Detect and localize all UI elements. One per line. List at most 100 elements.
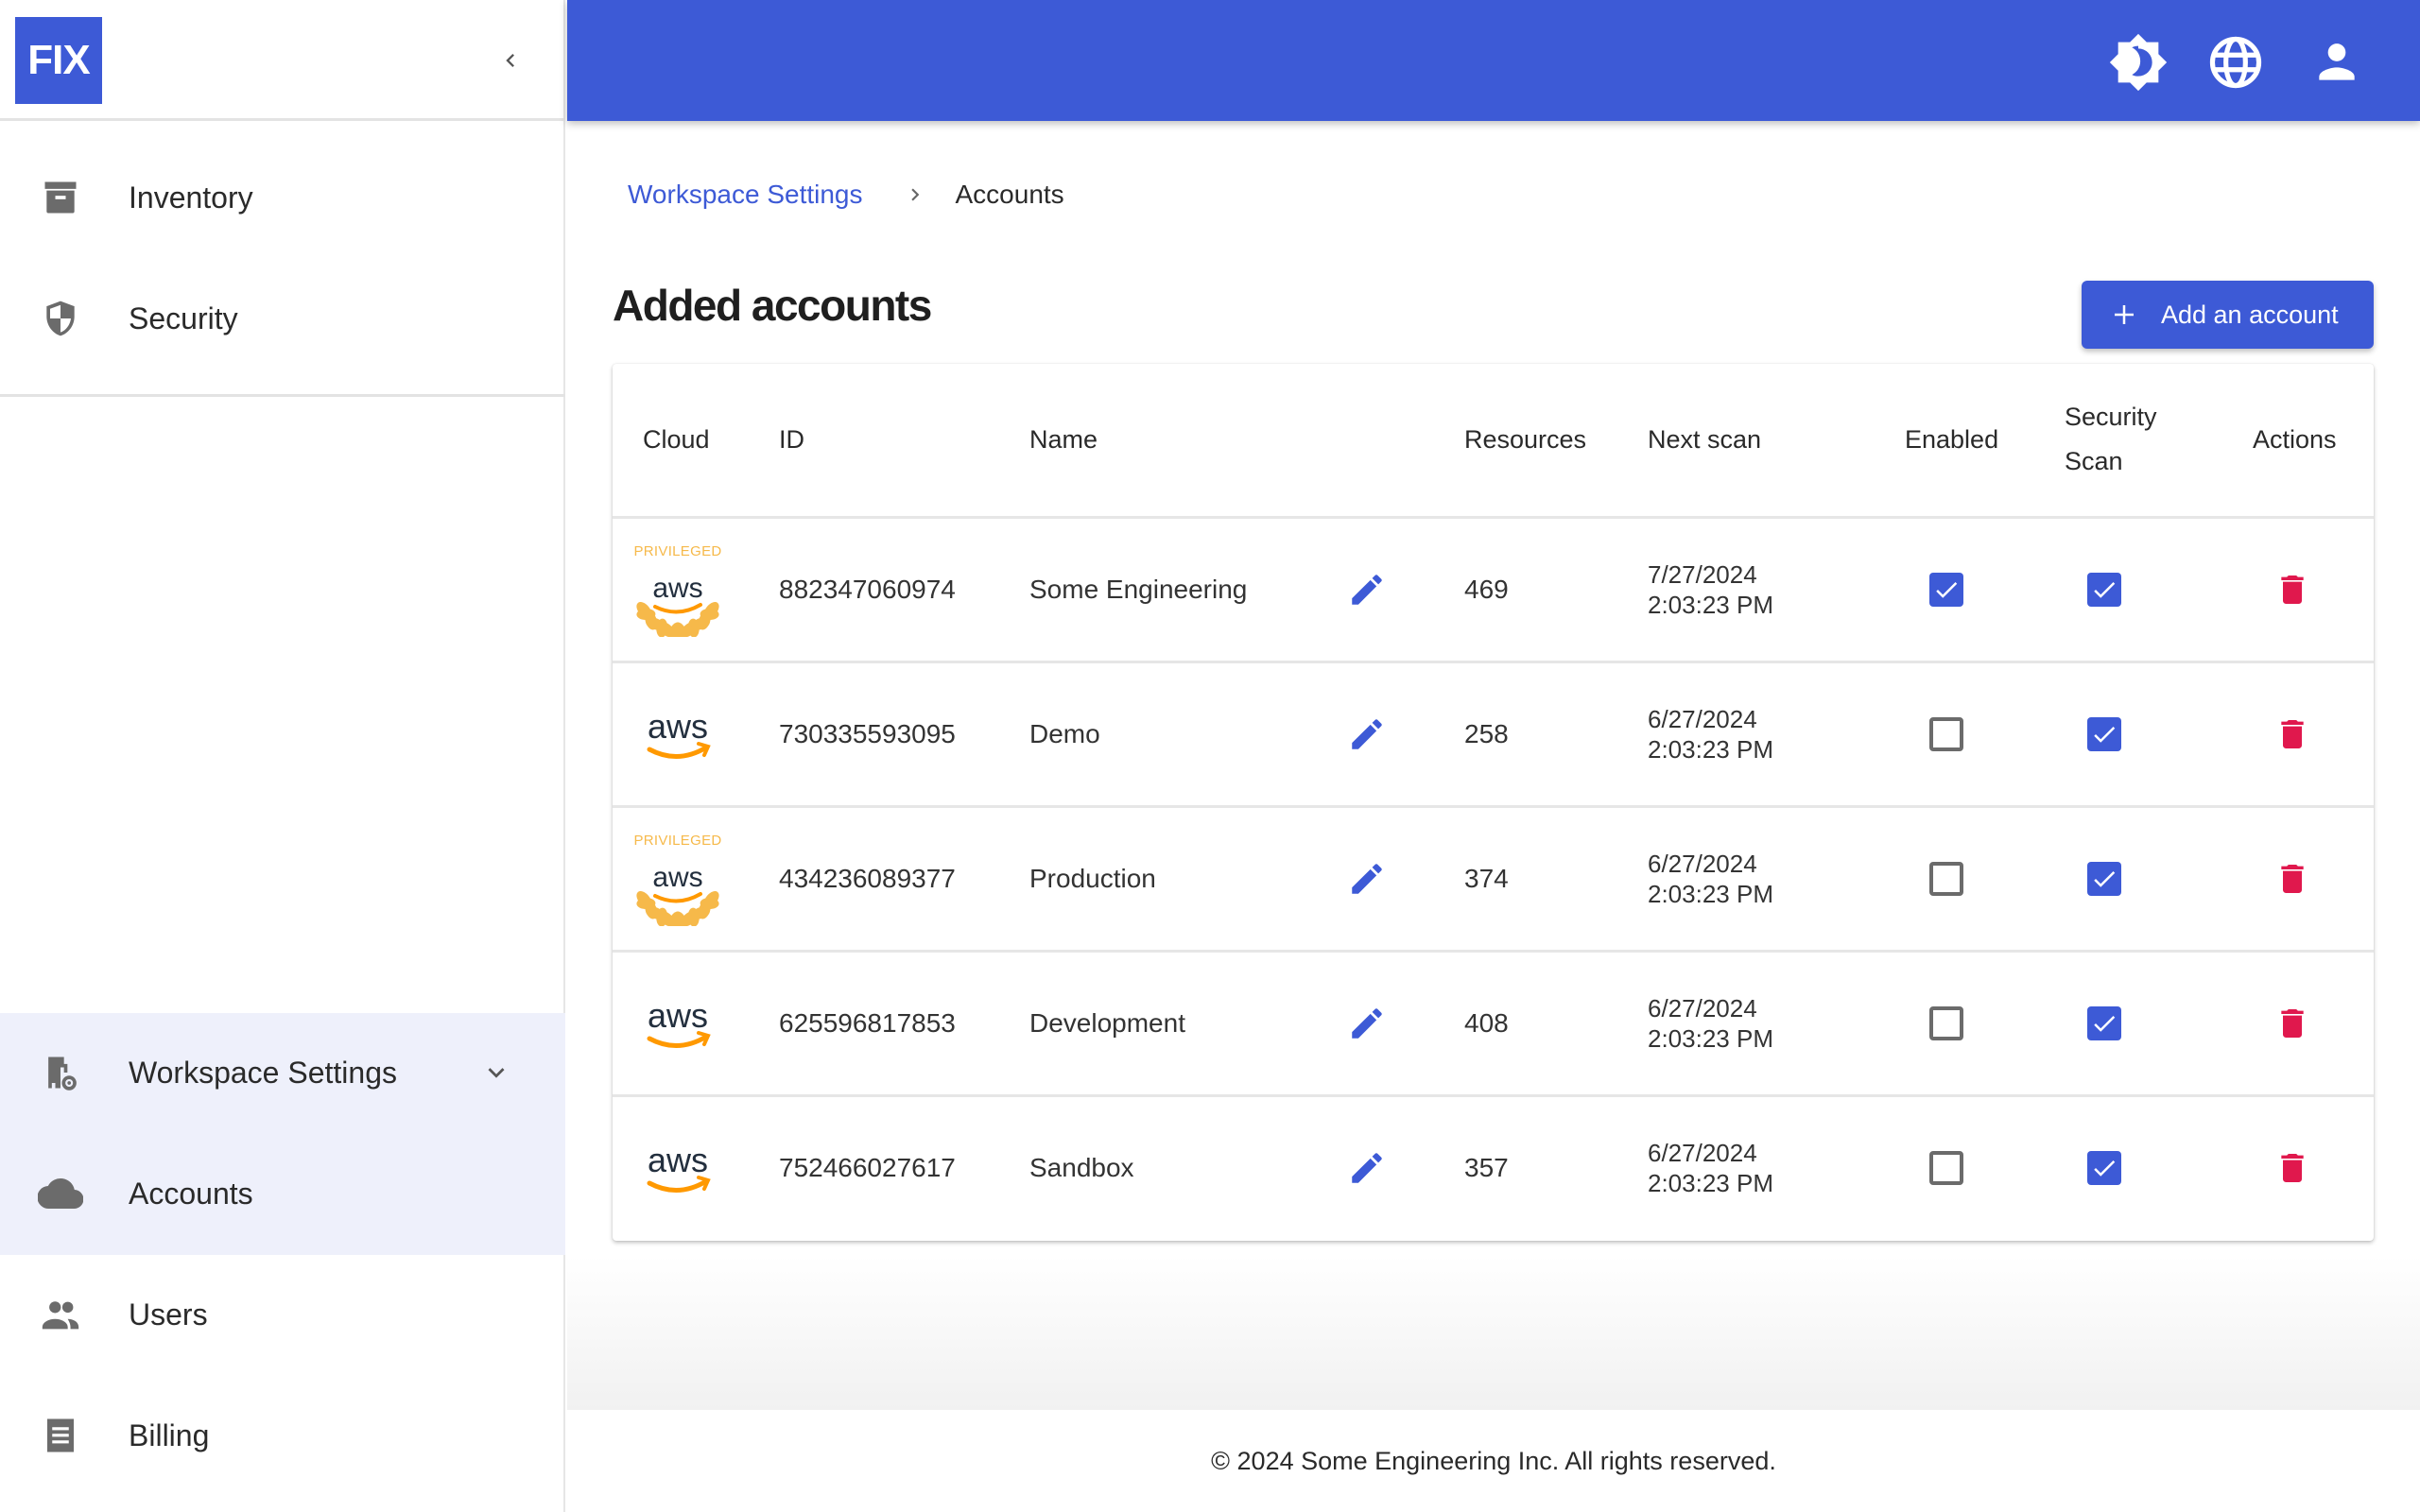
check-icon [1936,582,1958,598]
enabled-checkbox[interactable] [1929,573,1963,607]
security-scan-checkbox[interactable] [2087,573,2121,607]
table-row: aws 730335593095 Demo 258 6/27/2024 2:03… [613,661,2374,805]
account-name: Some Engineering [1029,575,1248,604]
delete-account-button[interactable] [2273,1003,2311,1044]
table-row: PRIVILEGED aws 882347060974 Some Enginee… [613,516,2374,661]
breadcrumb: Workspace Settings Accounts [628,180,1064,210]
fix-logo[interactable]: FIX [15,17,102,104]
column-header-resources[interactable]: Resources [1464,418,1586,462]
aws-cloud-logo: PRIVILEGED aws [626,530,730,649]
aws-icon: aws [647,996,711,1049]
pencil-icon [1352,719,1382,749]
enabled-checkbox[interactable] [1929,717,1963,751]
column-header-security-scan-line2: Scan [2065,447,2123,475]
next-scan-time: 2:03:23 PM [1648,591,1773,619]
sidebar-item-users[interactable]: Users [0,1254,565,1375]
delete-account-button[interactable] [2273,1147,2311,1189]
sidebar-header: FIX [0,0,565,121]
edit-name-button[interactable] [1346,569,1388,610]
svg-text:aws: aws [652,573,702,604]
edit-name-button[interactable] [1346,1003,1388,1044]
account-name: Production [1029,864,1156,893]
column-header-name[interactable]: Name [1029,418,1098,462]
archive-box-icon [38,175,83,220]
accounts-table: Cloud ID Name Resources Next scan Enable… [613,364,2374,1241]
edit-name-button[interactable] [1346,713,1388,755]
svg-text:aws: aws [652,862,702,893]
check-icon [2094,1016,2116,1032]
column-header-enabled[interactable]: Enabled [1905,418,1998,462]
table-row: PRIVILEGED aws 434236089377 Production 3… [613,805,2374,950]
sidebar-item-accounts[interactable]: Accounts [0,1133,565,1254]
delete-account-button[interactable] [2273,569,2311,610]
workspace-settings-icon [38,1050,83,1095]
aws-icon: aws [636,573,719,637]
sidebar-item-inventory[interactable]: Inventory [0,137,565,258]
pencil-icon [1352,575,1382,605]
aws-cloud-logo: PRIVILEGED aws [626,819,730,938]
pencil-icon [1352,864,1382,894]
security-scan-checkbox[interactable] [2087,717,2121,751]
next-scan-date: 6/27/2024 [1648,994,1757,1022]
sidebar-item-label: Accounts [129,1176,253,1211]
breadcrumb-workspace-settings[interactable]: Workspace Settings [628,180,863,210]
add-account-button[interactable]: Add an account [2082,281,2374,349]
column-header-next-scan[interactable]: Next scan [1648,418,1761,462]
users-icon [38,1292,83,1337]
sidebar-item-workspace-settings[interactable]: Workspace Settings [0,1012,565,1133]
check-icon [2094,1160,2116,1177]
column-header-security-scan-line1: Security [2065,403,2157,431]
next-scan-date: 7/27/2024 [1648,560,1757,589]
svg-text:aws: aws [648,1141,708,1179]
trash-icon [2281,720,2304,748]
security-scan-checkbox[interactable] [2087,1006,2121,1040]
resource-count: 469 [1464,575,1509,604]
next-scan-time: 2:03:23 PM [1648,880,1773,908]
sidebar-item-security[interactable]: Security [0,258,565,379]
next-scan: 6/27/2024 2:03:23 PM [1648,663,1773,805]
next-scan-time: 2:03:23 PM [1648,1169,1773,1197]
account-id: 730335593095 [779,719,956,748]
sidebar-divider [0,394,565,397]
language-globe-icon [2209,36,2262,89]
resource-count: 408 [1464,1008,1509,1038]
account-name: Development [1029,1008,1185,1038]
security-scan-checkbox[interactable] [2087,1151,2121,1185]
account-id: 882347060974 [779,575,956,604]
sidebar-item-label: Workspace Settings [129,1055,397,1090]
enabled-checkbox[interactable] [1929,862,1963,896]
language-button[interactable] [2205,32,2266,93]
account-button[interactable] [2307,32,2367,93]
theme-toggle-icon [2109,33,2168,92]
account-user-icon [2319,43,2355,80]
aws-icon: aws [636,862,719,926]
pencil-icon [1352,1153,1382,1183]
next-scan: 6/27/2024 2:03:23 PM [1648,953,1773,1094]
column-header-id[interactable]: ID [779,418,804,462]
enabled-checkbox[interactable] [1929,1006,1963,1040]
edit-name-button[interactable] [1346,858,1388,900]
account-id: 434236089377 [779,864,956,893]
enabled-checkbox[interactable] [1929,1151,1963,1185]
sidebar-item-label: Users [129,1297,208,1332]
security-scan-checkbox[interactable] [2087,862,2121,896]
next-scan-time: 2:03:23 PM [1648,1024,1773,1053]
account-id: 625596817853 [779,1008,956,1038]
account-name: Sandbox [1029,1153,1134,1182]
delete-account-button[interactable] [2273,858,2311,900]
aws-icon: aws [647,1141,711,1194]
column-header-security-scan[interactable]: Security Scan [2065,395,2157,484]
sidebar-item-label: Inventory [129,180,253,215]
edit-name-button[interactable] [1346,1147,1388,1189]
next-scan-date: 6/27/2024 [1648,705,1757,733]
account-name: Demo [1029,719,1100,748]
collapse-sidebar-button[interactable] [492,42,529,79]
sidebar-item-billing[interactable]: Billing [0,1375,565,1496]
column-header-cloud[interactable]: Cloud [643,418,710,462]
chevron-down-icon[interactable] [477,1054,515,1091]
theme-toggle-button[interactable] [2108,32,2169,93]
next-scan-date: 6/27/2024 [1648,1139,1757,1167]
trash-icon [2281,1154,2304,1182]
delete-account-button[interactable] [2273,713,2311,755]
next-scan-time: 2:03:23 PM [1648,735,1773,764]
